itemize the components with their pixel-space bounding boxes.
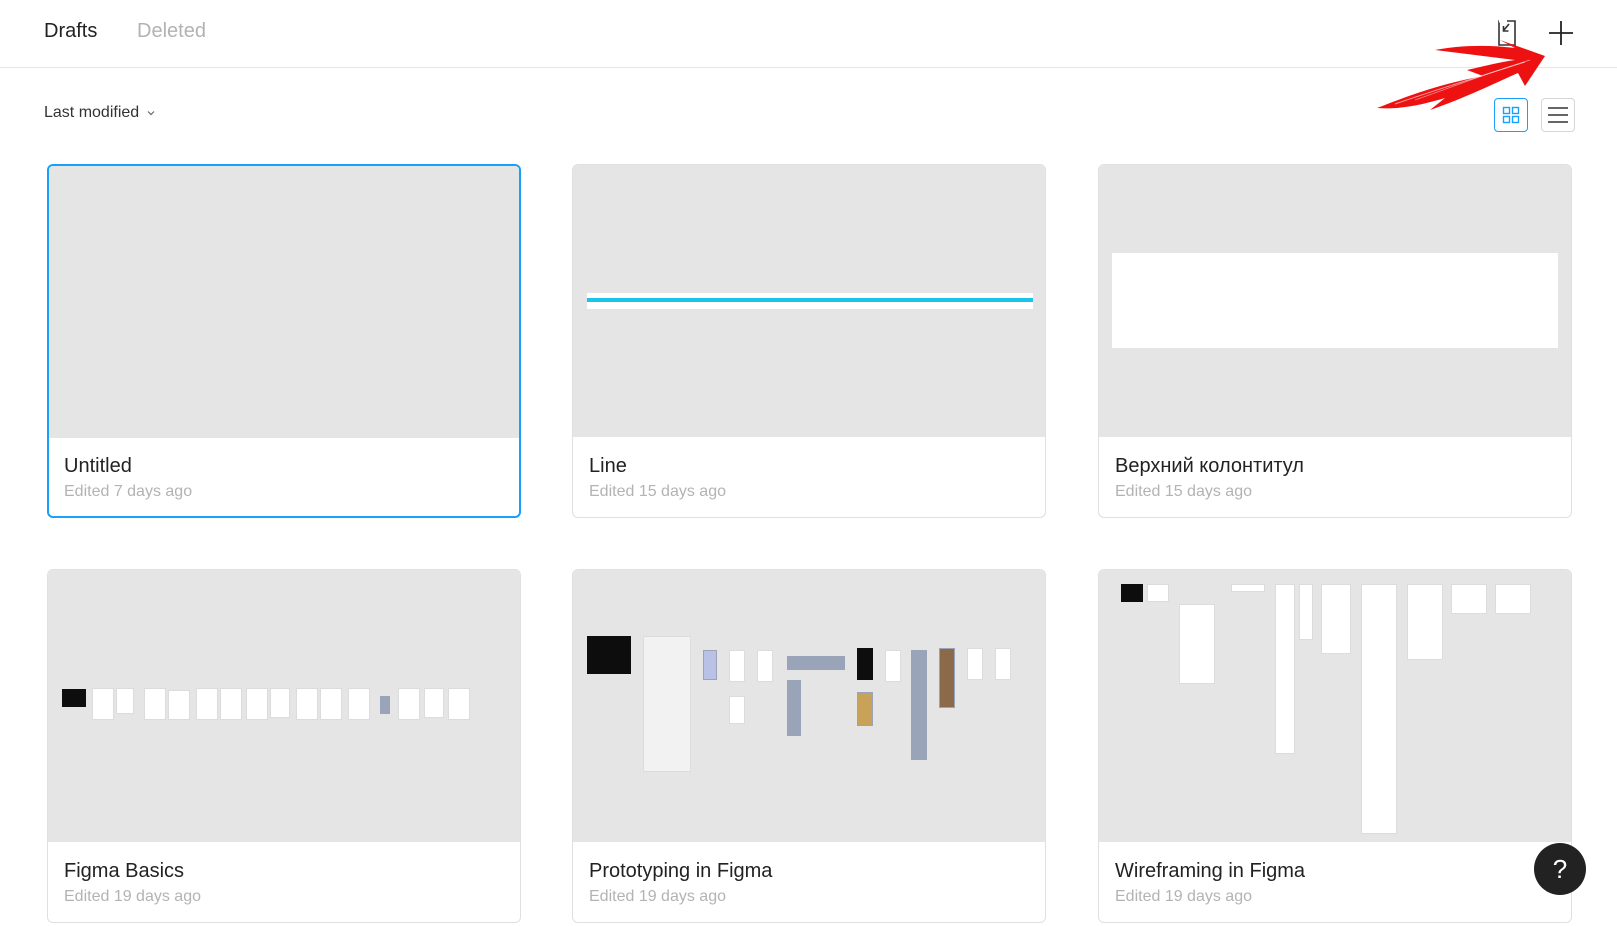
file-edited-time: Edited 7 days ago — [64, 483, 193, 500]
file-title: Prototyping in Figma — [589, 860, 773, 882]
file-card[interactable]: Line Edited 15 days ago — [572, 164, 1046, 518]
list-view-button[interactable] — [1541, 98, 1575, 132]
file-title: Figma Basics — [64, 860, 185, 882]
file-edited-time: Edited 19 days ago — [64, 888, 201, 905]
file-thumbnail — [1099, 570, 1571, 842]
line-preview — [587, 293, 1033, 309]
file-card[interactable]: Prototyping in Figma Edited 19 days ago — [572, 569, 1046, 923]
file-card[interactable]: Верхний колонтитул Edited 15 days ago — [1098, 164, 1572, 518]
file-thumbnail — [48, 570, 520, 842]
top-bar: Drafts Deleted — [0, 0, 1617, 68]
file-thumbnail — [49, 166, 519, 438]
grid-view-button[interactable] — [1494, 98, 1528, 132]
plus-icon — [1549, 21, 1573, 45]
file-card[interactable]: Untitled Edited 7 days ago — [47, 164, 521, 518]
file-edited-time: Edited 19 days ago — [1115, 888, 1252, 905]
import-file-icon — [1498, 19, 1516, 46]
file-edited-time: Edited 19 days ago — [589, 888, 726, 905]
grid-view-icon — [1502, 106, 1520, 124]
new-file-button[interactable] — [1544, 16, 1578, 50]
list-view-icon — [1548, 107, 1568, 123]
file-title: Wireframing in Figma — [1115, 860, 1306, 882]
header-preview — [1112, 253, 1558, 348]
file-edited-time: Edited 15 days ago — [1115, 483, 1252, 500]
file-card[interactable]: Figma Basics Edited 19 days ago — [47, 569, 521, 923]
file-thumbnail — [573, 570, 1045, 842]
chevron-down-icon — [147, 111, 155, 116]
sort-dropdown[interactable]: Last modified — [44, 104, 156, 122]
tab-drafts[interactable]: Drafts — [44, 20, 97, 43]
file-title: Line — [589, 455, 627, 477]
file-edited-time: Edited 15 days ago — [589, 483, 726, 500]
import-file-button[interactable] — [1490, 16, 1524, 50]
file-thumbnail — [1099, 165, 1571, 437]
file-title: Untitled — [64, 455, 132, 477]
help-button[interactable]: ? — [1534, 843, 1586, 895]
sort-label: Last modified — [44, 104, 140, 121]
help-label: ? — [1552, 853, 1568, 884]
file-title: Верхний колонтитул — [1115, 455, 1304, 477]
file-card[interactable]: Wireframing in Figma Edited 19 days ago — [1098, 569, 1572, 923]
file-thumbnail — [573, 165, 1045, 437]
tab-deleted[interactable]: Deleted — [137, 20, 206, 43]
